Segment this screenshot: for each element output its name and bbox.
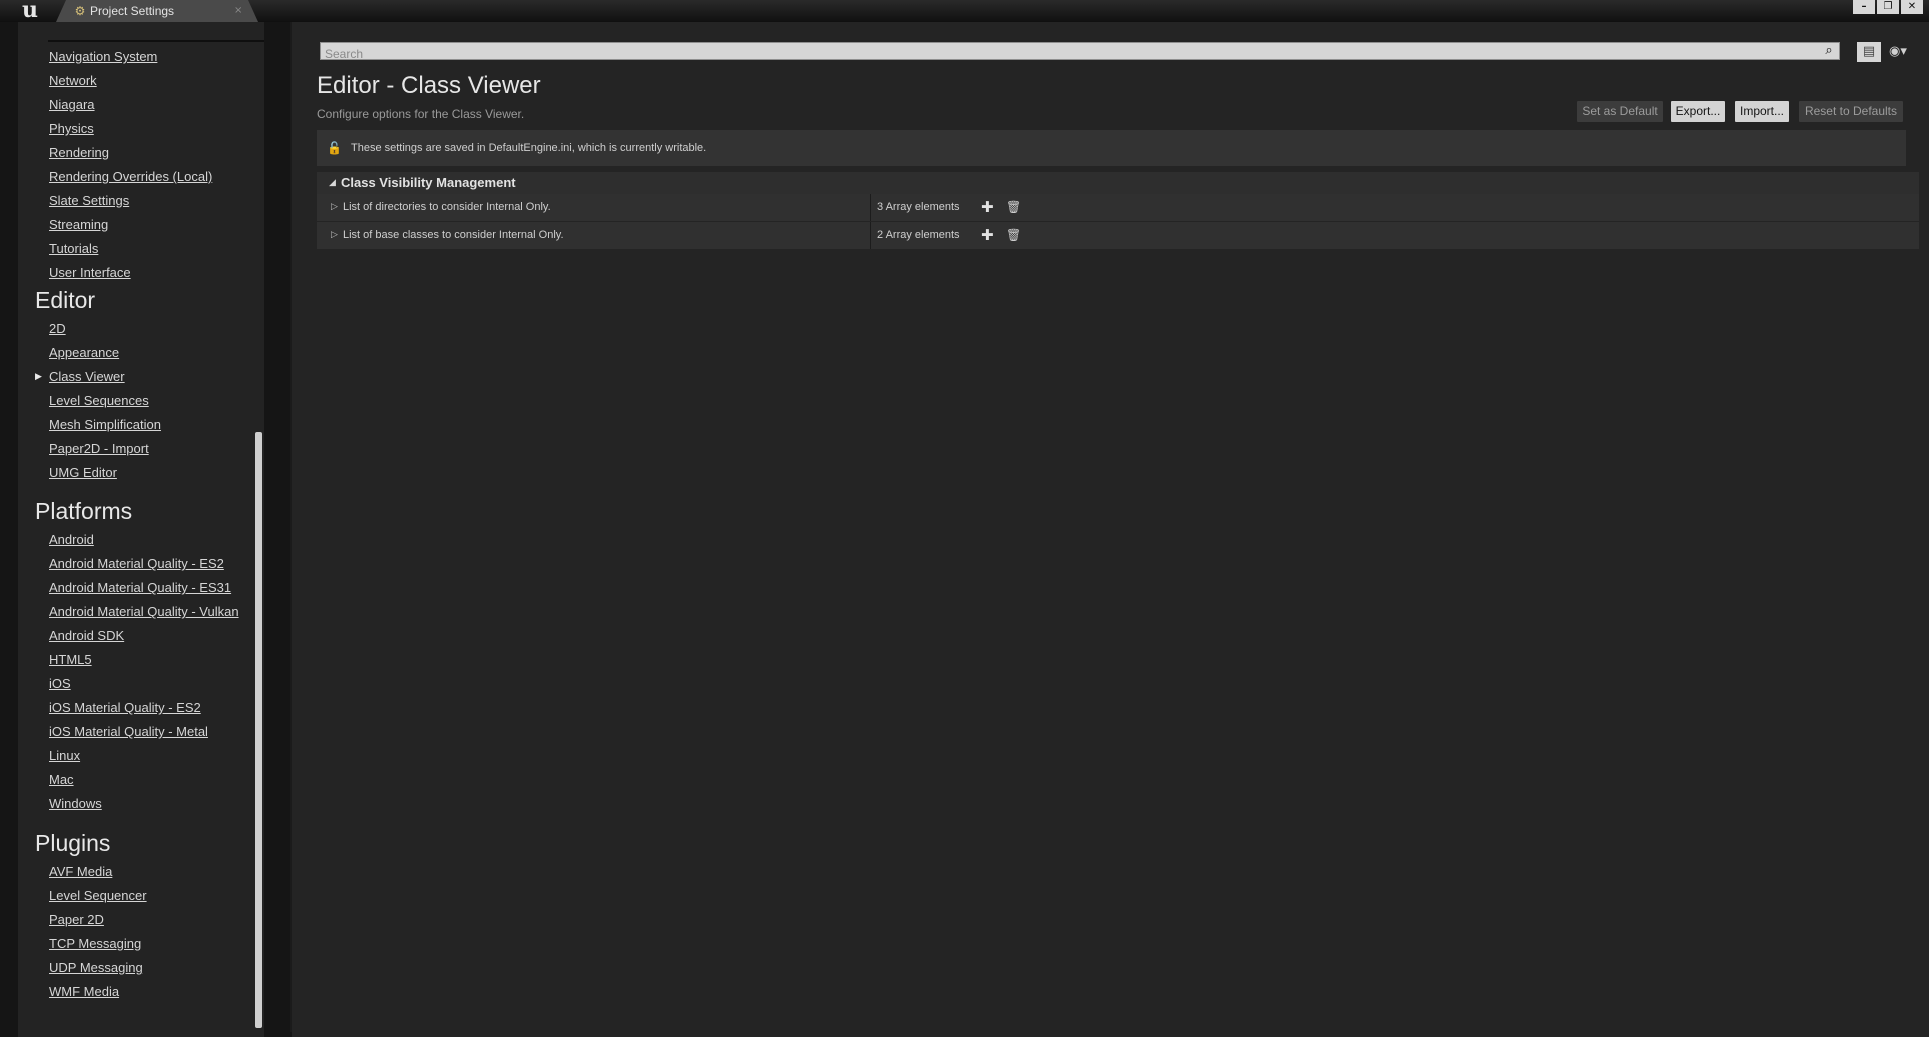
- sidebar-item-level-sequences[interactable]: Level Sequences: [49, 391, 149, 411]
- sidebar-item-android-vulkan[interactable]: Android Material Quality - Vulkan: [49, 602, 239, 622]
- sidebar-item-windows[interactable]: Windows: [49, 794, 102, 814]
- sidebar-item-ios-metal[interactable]: iOS Material Quality - Metal: [49, 722, 208, 742]
- add-element-icon[interactable]: ✚: [981, 222, 994, 249]
- sidebar-item-android-sdk[interactable]: Android SDK: [49, 626, 124, 646]
- sidebar-item-user-interface[interactable]: User Interface: [49, 263, 131, 283]
- sidebar-item-appearance[interactable]: Appearance: [49, 343, 119, 363]
- config-notice-bar: 🔓 These settings are saved in DefaultEng…: [317, 130, 1906, 166]
- view-options-grid-icon[interactable]: ▤: [1857, 42, 1881, 62]
- settings-gear-icon: ⚙: [74, 4, 86, 18]
- delete-all-trash-icon[interactable]: 🗑: [1006, 222, 1021, 249]
- sidebar-item-ios-es2[interactable]: iOS Material Quality - ES2: [49, 698, 201, 718]
- sidebar-item-slate-settings[interactable]: Slate Settings: [49, 191, 129, 211]
- minimize-button[interactable]: –: [1853, 0, 1875, 14]
- expand-arrow-icon[interactable]: ▷: [331, 194, 338, 221]
- sidebar-item-paper-2d[interactable]: Paper 2D: [49, 910, 104, 930]
- unlocked-lock-icon: 🔓: [327, 141, 342, 155]
- close-window-button[interactable]: ✕: [1901, 0, 1923, 14]
- sidebar-item-html5[interactable]: HTML5: [49, 650, 92, 670]
- sidebar-item-level-sequencer[interactable]: Level Sequencer: [49, 886, 147, 906]
- sidebar-item-rendering[interactable]: Rendering: [49, 143, 109, 163]
- property-row-directories[interactable]: ▷ List of directories to consider Intern…: [317, 194, 1919, 221]
- import-button[interactable]: Import...: [1735, 101, 1789, 122]
- sidebar-item-tcp-messaging[interactable]: TCP Messaging: [49, 934, 141, 954]
- sidebar-top-divider: [48, 40, 264, 42]
- section-heading-editor: Editor: [35, 287, 96, 313]
- tab-close-icon[interactable]: ×: [234, 2, 242, 20]
- sidebar-item-streaming[interactable]: Streaming: [49, 215, 108, 235]
- expand-arrow-icon[interactable]: ▷: [331, 222, 338, 249]
- set-as-default-button[interactable]: Set as Default: [1577, 101, 1663, 122]
- sidebar-item-2d[interactable]: 2D: [49, 319, 66, 339]
- sidebar-item-physics[interactable]: Physics: [49, 119, 94, 139]
- section-heading-platforms: Platforms: [35, 498, 133, 524]
- category-title: Class Visibility Management: [341, 175, 516, 190]
- add-element-icon[interactable]: ✚: [981, 194, 994, 221]
- sidebar-item-udp-messaging[interactable]: UDP Messaging: [49, 958, 143, 978]
- sidebar-item-wmf-media[interactable]: WMF Media: [49, 982, 119, 1002]
- tab-title: Project Settings: [90, 4, 175, 18]
- sidebar-item-network[interactable]: Network: [49, 71, 97, 91]
- window-controls: – ❐ ✕: [1853, 0, 1923, 14]
- sidebar-item-paper2d-import[interactable]: Paper2D - Import: [49, 439, 149, 459]
- sidebar-item-android-es2[interactable]: Android Material Quality - ES2: [49, 554, 224, 574]
- property-name: List of directories to consider Internal…: [343, 201, 551, 213]
- sidebar-item-android-es31[interactable]: Android Material Quality - ES31: [49, 578, 231, 598]
- unreal-logo-icon: u: [22, 0, 38, 23]
- sidebar-item-tutorials[interactable]: Tutorials: [49, 239, 98, 259]
- property-name: List of base classes to consider Interna…: [343, 229, 564, 241]
- sidebar-item-umg-editor[interactable]: UMG Editor: [49, 463, 117, 483]
- restore-button[interactable]: ❐: [1877, 0, 1899, 14]
- sidebar-item-avf-media[interactable]: AVF Media: [49, 862, 112, 882]
- details-panel: ⌕ ▤ ◉▾ Editor - Class Viewer Configure o…: [292, 22, 1929, 1037]
- column-splitter[interactable]: [870, 222, 871, 249]
- config-notice-text: These settings are saved in DefaultEngin…: [351, 142, 707, 154]
- sidebar-item-rendering-overrides[interactable]: Rendering Overrides (Local): [49, 167, 212, 187]
- settings-sidebar: Navigation System Network Niagara Physic…: [18, 22, 264, 1037]
- page-title: Editor - Class Viewer: [317, 72, 541, 99]
- sidebar-scrollbar-thumb[interactable]: [255, 432, 262, 1028]
- category-class-visibility-management[interactable]: ◢ Class Visibility Management: [317, 172, 1919, 194]
- delete-all-trash-icon[interactable]: 🗑: [1006, 194, 1021, 221]
- sidebar-item-class-viewer[interactable]: Class Viewer: [49, 367, 125, 387]
- sidebar-item-mesh-simplification[interactable]: Mesh Simplification: [49, 415, 161, 435]
- sidebar-item-linux[interactable]: Linux: [49, 746, 80, 766]
- search-icon[interactable]: ⌕: [1821, 43, 1837, 59]
- sidebar-item-android[interactable]: Android: [49, 530, 94, 550]
- property-value: 3 Array elements: [877, 201, 960, 213]
- sidebar-item-navigation-system[interactable]: Navigation System: [49, 47, 157, 67]
- search-input[interactable]: [321, 46, 1811, 62]
- collapse-arrow-icon[interactable]: ◢: [329, 172, 336, 194]
- visibility-eye-icon[interactable]: ◉▾: [1889, 42, 1921, 62]
- section-heading-plugins: Plugins: [35, 830, 111, 856]
- reset-to-defaults-button[interactable]: Reset to Defaults: [1799, 101, 1903, 122]
- export-button[interactable]: Export...: [1671, 101, 1725, 122]
- property-row-base-classes[interactable]: ▷ List of base classes to consider Inter…: [317, 222, 1919, 249]
- column-splitter[interactable]: [870, 194, 871, 221]
- property-value: 2 Array elements: [877, 229, 960, 241]
- sidebar-item-niagara[interactable]: Niagara: [49, 95, 95, 115]
- selected-arrow-icon: ▶: [35, 372, 42, 382]
- search-box[interactable]: ⌕: [320, 42, 1840, 62]
- sidebar-item-ios[interactable]: iOS: [49, 674, 71, 694]
- page-description: Configure options for the Class Viewer.: [317, 107, 525, 121]
- title-bar: u ⚙ Project Settings × – ❐ ✕: [0, 0, 1929, 22]
- tab-project-settings[interactable]: ⚙ Project Settings ×: [56, 0, 258, 22]
- sidebar-item-mac[interactable]: Mac: [49, 770, 74, 790]
